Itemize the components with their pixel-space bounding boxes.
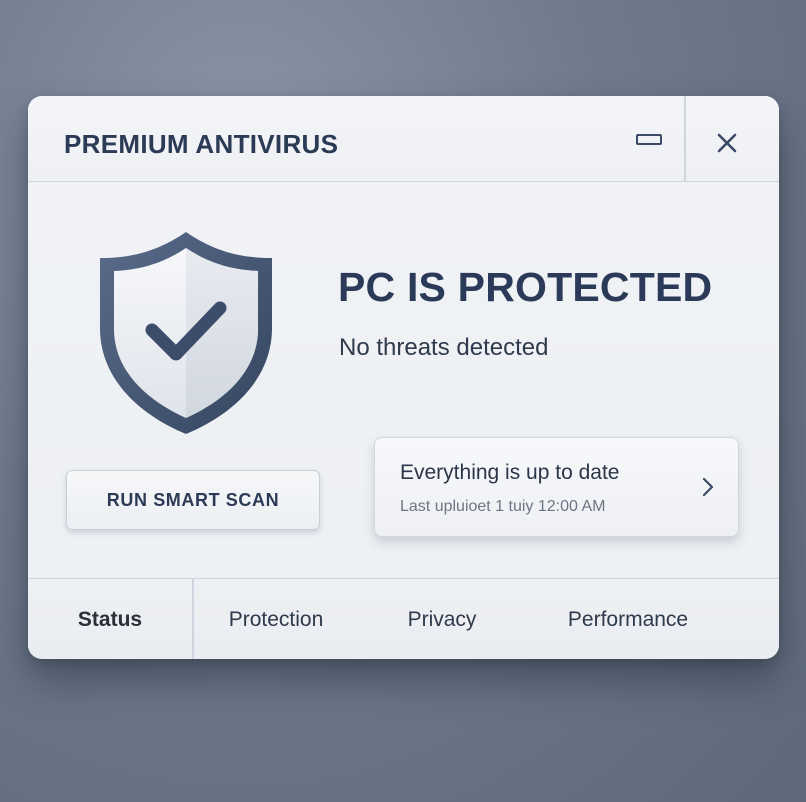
update-status-card[interactable]: Everything is up to date Last upluioet 1… bbox=[374, 437, 739, 537]
antivirus-window: PREMIUM ANTIVIRUS PC IS PROTECTED No thr… bbox=[28, 96, 779, 659]
title-bar-divider bbox=[684, 96, 686, 182]
minimize-icon bbox=[636, 134, 662, 145]
app-title: PREMIUM ANTIVIRUS bbox=[64, 129, 339, 159]
minimize-button[interactable] bbox=[626, 124, 668, 154]
tab-status[interactable]: Status bbox=[28, 579, 192, 659]
shield-check-icon bbox=[96, 228, 276, 443]
tab-privacy[interactable]: Privacy bbox=[358, 579, 526, 659]
threat-status-text: No threats detected bbox=[339, 334, 549, 361]
last-update-text: Last upluioet 1 tuiy 12:00 AM bbox=[400, 498, 606, 515]
close-icon bbox=[717, 133, 737, 153]
tab-performance[interactable]: Performance bbox=[528, 579, 728, 659]
update-status-title: Everything is up to date bbox=[400, 461, 620, 484]
protection-status-heading: PC IS PROTECTED bbox=[338, 264, 713, 310]
close-button[interactable] bbox=[706, 124, 746, 160]
bottom-tab-bar: Status Protection Privacy Performance bbox=[28, 578, 779, 659]
run-smart-scan-button[interactable]: RUN SMART SCAN bbox=[66, 470, 320, 530]
chevron-right-icon bbox=[702, 477, 714, 497]
tab-protection[interactable]: Protection bbox=[194, 579, 358, 659]
title-bar: PREMIUM ANTIVIRUS bbox=[28, 96, 779, 182]
